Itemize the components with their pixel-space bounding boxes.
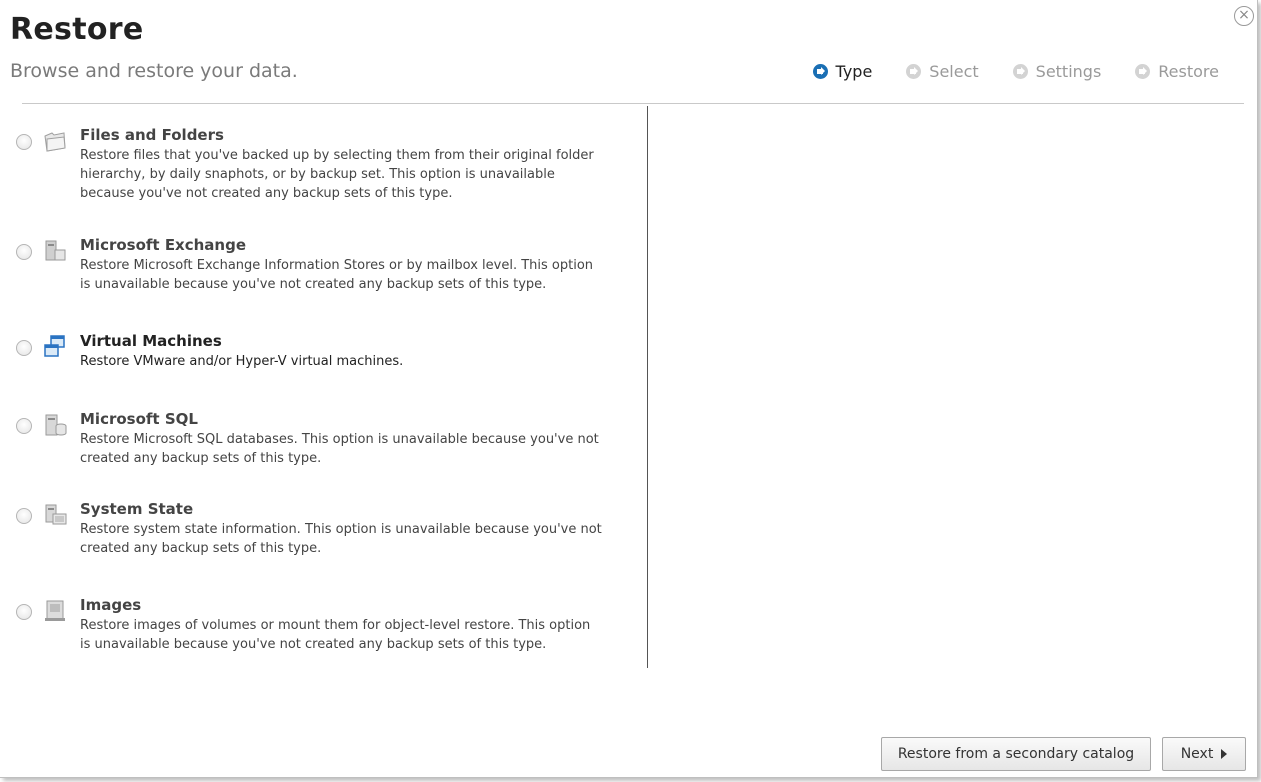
step-restore: Restore <box>1135 62 1219 81</box>
page-subtitle: Browse and restore your data. <box>10 60 298 82</box>
option-title: Files and Folders <box>80 126 224 144</box>
option-title: Microsoft Exchange <box>80 236 247 254</box>
arrow-circle-icon <box>812 64 828 79</box>
restore-dialog: × Restore Browse and restore your data. … <box>0 0 1258 778</box>
option-images[interactable]: Images Restore images of volumes or moun… <box>16 596 636 654</box>
description-line: Restore images of volumes or mount them … <box>80 618 591 633</box>
description-line: created any backup sets of this type. <box>80 541 322 556</box>
description-line: Restore VMware and/or Hyper-V virtual ma… <box>80 354 404 369</box>
radio-microsoft-sql[interactable] <box>16 418 32 434</box>
radio-microsoft-exchange[interactable] <box>16 244 32 260</box>
radio-images[interactable] <box>16 604 32 620</box>
button-label: Next <box>1180 746 1214 762</box>
description-line: created any backup sets of this type. <box>80 451 322 466</box>
step-type: Type <box>812 62 873 81</box>
option-description: Restore Microsoft SQL databases. This op… <box>80 430 599 468</box>
step-settings: Settings <box>1012 62 1102 81</box>
description-line: is unavailable because you've not create… <box>80 637 547 652</box>
button-label: Restore from a secondary catalog <box>897 746 1135 762</box>
virtual-machines-icon <box>44 335 65 357</box>
arrow-circle-icon <box>1135 64 1151 79</box>
option-title: Virtual Machines <box>80 332 222 350</box>
exchange-server-icon <box>45 240 66 261</box>
restore-from-secondary-catalog-button[interactable]: Restore from a secondary catalog <box>881 737 1151 771</box>
folder-icon <box>44 132 66 152</box>
wizard-steps: Type Select Settings Restore <box>812 62 1219 81</box>
option-description: Restore files that you've backed up by s… <box>80 146 594 203</box>
description-line: Restore system state information. This o… <box>80 522 602 537</box>
option-title: Microsoft SQL <box>80 410 198 428</box>
step-select: Select <box>906 62 979 81</box>
description-line: Restore Microsoft Exchange Information S… <box>80 258 594 273</box>
radio-virtual-machines[interactable] <box>16 340 32 356</box>
close-icon[interactable]: × <box>1234 6 1254 26</box>
page-title: Restore <box>10 12 144 47</box>
option-description: Restore system state information. This o… <box>80 520 602 558</box>
option-title: Images <box>80 596 142 614</box>
panel-divider <box>647 106 648 668</box>
option-description: Restore images of volumes or mount them … <box>80 616 590 654</box>
description-line: because you've not created any backup se… <box>80 186 453 201</box>
step-label: Settings <box>1035 62 1102 81</box>
option-microsoft-sql[interactable]: Microsoft SQL Restore Microsoft SQL data… <box>16 410 636 468</box>
header-divider <box>22 103 1244 104</box>
option-description: Restore Microsoft Exchange Information S… <box>80 256 593 294</box>
radio-files-and-folders[interactable] <box>16 134 32 150</box>
description-line: is unavailable because you've not create… <box>80 277 547 292</box>
arrow-circle-icon <box>906 64 922 79</box>
option-title: System State <box>80 500 194 518</box>
step-label: Restore <box>1158 62 1219 81</box>
option-system-state[interactable]: System State Restore system state inform… <box>16 500 636 558</box>
option-description: Restore VMware and/or Hyper-V virtual ma… <box>80 352 403 371</box>
arrow-circle-icon <box>1012 64 1028 79</box>
step-label: Select <box>929 62 979 81</box>
option-virtual-machines[interactable]: Virtual Machines Restore VMware and/or H… <box>16 332 636 371</box>
radio-system-state[interactable] <box>16 508 32 524</box>
option-files-and-folders[interactable]: Files and Folders Restore files that you… <box>16 126 636 203</box>
next-button[interactable]: Next <box>1162 737 1246 771</box>
sql-server-icon <box>45 414 67 436</box>
option-microsoft-exchange[interactable]: Microsoft Exchange Restore Microsoft Exc… <box>16 236 636 294</box>
description-line: Restore Microsoft SQL databases. This op… <box>80 432 599 447</box>
description-line: hierarchy, by daily snaphots, or by back… <box>80 167 555 182</box>
description-line: Restore files that you've backed up by s… <box>80 148 594 163</box>
arrow-right-icon <box>1221 749 1228 759</box>
disk-image-icon <box>45 600 65 621</box>
system-state-icon <box>45 504 67 525</box>
step-label: Type <box>835 62 873 81</box>
